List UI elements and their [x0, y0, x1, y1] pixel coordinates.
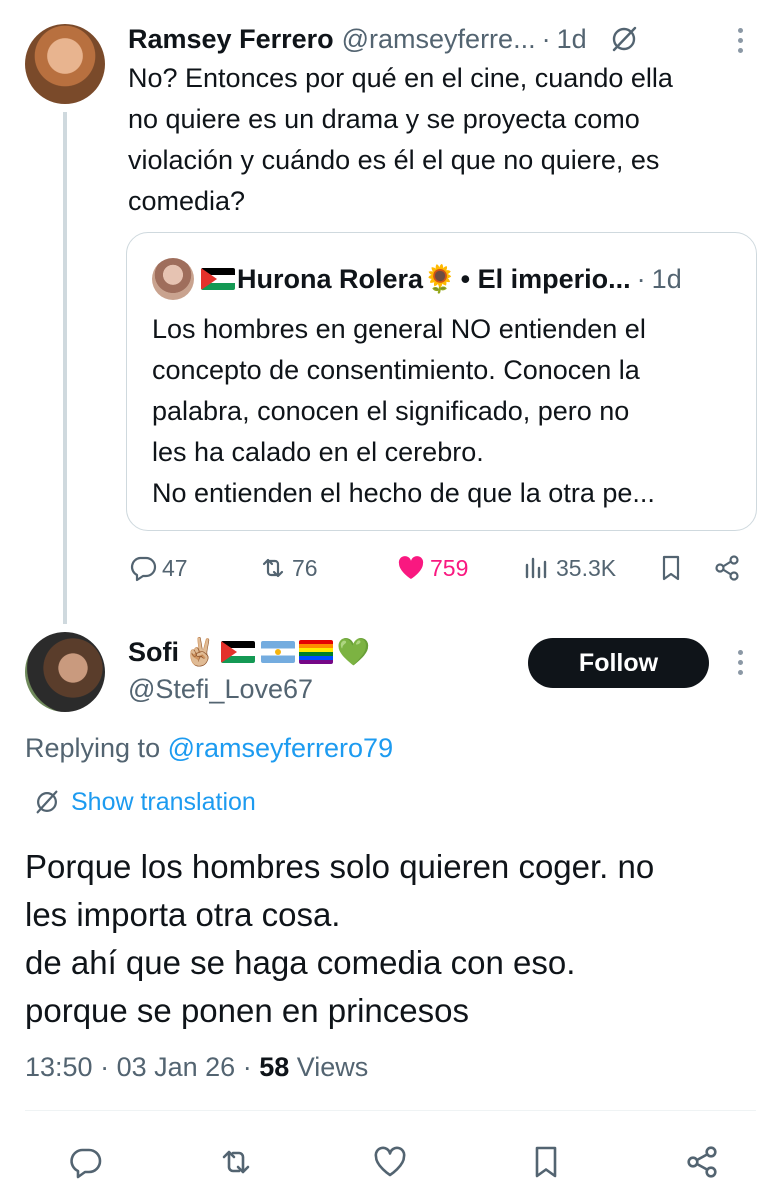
tweet-date[interactable]: 03 Jan 26	[117, 1052, 236, 1082]
peace-hand-icon: ✌🏼	[183, 637, 217, 667]
divider	[25, 1110, 756, 1111]
share-icon	[687, 1146, 717, 1178]
tweet-meta: 13:50 · 03 Jan 26 · 58 Views	[25, 1052, 368, 1083]
reply-button[interactable]: 47	[128, 548, 188, 588]
parent-tweet-text: No? Entonces por qué en el cine, cuando …	[128, 63, 673, 216]
reply-count: 47	[162, 554, 188, 581]
views-button[interactable]: 35.3K	[522, 548, 616, 588]
reply-tweet-text: Porque los hombres solo quieren coger. n…	[25, 848, 655, 1029]
more-icon[interactable]	[736, 28, 744, 53]
separator-dot: ·	[636, 263, 646, 294]
author-name[interactable]: Ramsey Ferrero	[128, 24, 334, 55]
like-count: 759	[430, 554, 469, 581]
quote-text: Los hombres en general NO entienden el c…	[152, 314, 655, 508]
repost-icon	[222, 1150, 250, 1174]
share-icon	[715, 555, 739, 581]
bookmark-icon	[662, 555, 680, 581]
views-icon	[525, 557, 547, 579]
repost-count: 76	[292, 554, 318, 581]
reply-action-bar	[0, 1140, 781, 1184]
quote-avatar	[152, 258, 194, 300]
replying-to: Replying to @ramseyferrero79	[25, 733, 393, 764]
reply-icon	[130, 556, 157, 582]
sunflower-icon: 🌻	[423, 264, 457, 294]
quote-author-name: Hurona Rolera	[237, 263, 424, 294]
views-count: 35.3K	[556, 554, 617, 581]
replying-prefix: Replying to	[25, 733, 161, 763]
separator-dot: ·	[92, 1052, 117, 1082]
more-icon[interactable]	[736, 650, 744, 675]
avatar-sofi[interactable]	[25, 632, 105, 712]
show-translation-link[interactable]: Show translation	[33, 785, 256, 819]
bookmark-icon	[535, 1146, 557, 1178]
thread-connector-line	[63, 112, 67, 624]
share-button[interactable]	[680, 1140, 724, 1184]
quoted-tweet[interactable]: Hurona Rolera 🌻 • El imperio... · 1d Los…	[126, 232, 757, 531]
repost-icon	[262, 558, 284, 578]
reply-author-handle[interactable]: @Stefi_Love67	[128, 674, 313, 705]
quote-author-suffix: • El imperio...	[460, 263, 631, 294]
like-button[interactable]	[368, 1140, 412, 1184]
separator-dot: ·	[235, 1052, 260, 1082]
argentina-flag-icon	[260, 641, 295, 663]
avatar-ramsey[interactable]	[25, 24, 105, 104]
replying-mention-link[interactable]: @ramseyferrero79	[168, 733, 393, 763]
reply-button[interactable]	[64, 1140, 108, 1184]
heart-icon	[398, 556, 424, 579]
tweet-time[interactable]: 13:50	[25, 1052, 93, 1082]
reply-author-row: Sofi ✌🏼 💚	[128, 633, 370, 671]
parent-action-bar: 47 76 759 35.3K	[128, 548, 758, 588]
rainbow-flag-icon	[298, 640, 333, 664]
quote-header: Hurona Rolera 🌻 • El imperio... · 1d	[201, 259, 682, 299]
reply-icon	[70, 1148, 102, 1179]
bookmark-button[interactable]	[524, 1140, 568, 1184]
follow-button[interactable]: Follow	[528, 638, 709, 688]
green-heart-icon: 💚	[336, 637, 371, 667]
palestine-flag-icon	[201, 268, 235, 290]
quote-time: 1d	[651, 263, 682, 294]
tweet-time[interactable]: 1d	[557, 24, 587, 55]
show-translation-label[interactable]: Show translation	[71, 788, 256, 817]
parent-tweet-header: Ramsey Ferrero @ramseyferre... · 1d	[128, 20, 639, 58]
views-count: 58	[259, 1052, 290, 1082]
repost-button[interactable]: 76	[258, 548, 318, 588]
heart-icon	[374, 1146, 406, 1177]
author-handle[interactable]: @ramseyferre...	[342, 24, 536, 55]
views-label: Views	[289, 1052, 369, 1082]
palestine-flag-icon	[220, 641, 255, 663]
grok-icon[interactable]	[609, 24, 639, 54]
translate-icon	[36, 790, 58, 814]
bookmark-button[interactable]	[656, 548, 686, 588]
like-button[interactable]: 759	[396, 548, 468, 588]
separator-dot: ·	[541, 23, 551, 54]
reply-author-name[interactable]: Sofi	[128, 637, 179, 668]
repost-button[interactable]	[214, 1140, 258, 1184]
share-button[interactable]	[712, 548, 742, 588]
